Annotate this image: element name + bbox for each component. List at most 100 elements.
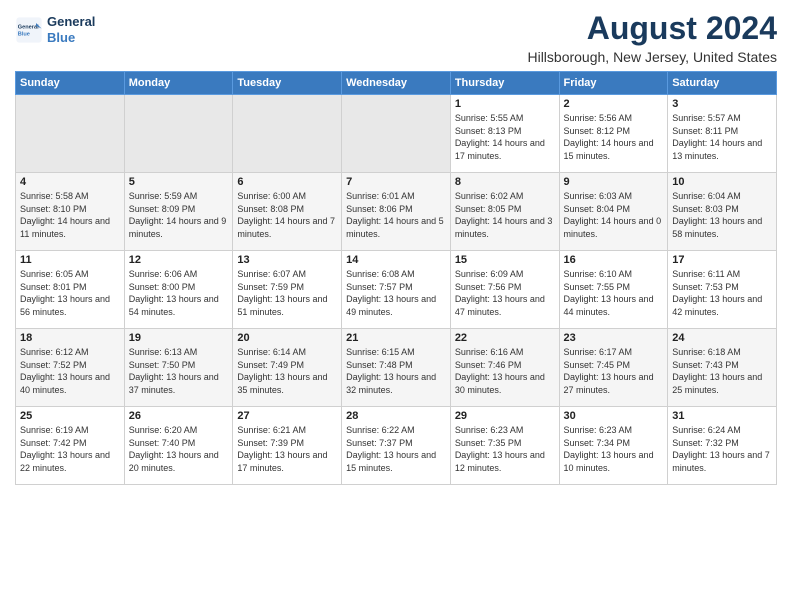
calendar-cell: 24 Sunrise: 6:18 AMSunset: 7:43 PMDayligh… <box>668 329 777 407</box>
calendar-cell: 1 Sunrise: 5:55 AMSunset: 8:13 PMDaylight… <box>450 95 559 173</box>
cell-info: Sunrise: 6:15 AMSunset: 7:48 PMDaylight:… <box>346 346 446 396</box>
cell-info: Sunrise: 6:22 AMSunset: 7:37 PMDaylight:… <box>346 424 446 474</box>
cell-info: Sunrise: 6:14 AMSunset: 7:49 PMDaylight:… <box>237 346 337 396</box>
day-number: 31 <box>672 410 772 422</box>
cell-info: Sunrise: 6:17 AMSunset: 7:45 PMDaylight:… <box>564 346 664 396</box>
calendar-cell <box>124 95 233 173</box>
day-number: 1 <box>455 98 555 110</box>
cell-info: Sunrise: 6:12 AMSunset: 7:52 PMDaylight:… <box>20 346 120 396</box>
calendar-cell: 9 Sunrise: 6:03 AMSunset: 8:04 PMDaylight… <box>559 173 668 251</box>
cell-info: Sunrise: 6:04 AMSunset: 8:03 PMDaylight:… <box>672 190 772 240</box>
day-number: 30 <box>564 410 664 422</box>
calendar-cell: 6 Sunrise: 6:00 AMSunset: 8:08 PMDaylight… <box>233 173 342 251</box>
cell-info: Sunrise: 6:21 AMSunset: 7:39 PMDaylight:… <box>237 424 337 474</box>
day-number: 6 <box>237 176 337 188</box>
cell-info: Sunrise: 6:11 AMSunset: 7:53 PMDaylight:… <box>672 268 772 318</box>
calendar-cell: 12 Sunrise: 6:06 AMSunset: 8:00 PMDayligh… <box>124 251 233 329</box>
day-number: 21 <box>346 332 446 344</box>
cell-info: Sunrise: 5:55 AMSunset: 8:13 PMDaylight:… <box>455 112 555 162</box>
calendar-cell: 16 Sunrise: 6:10 AMSunset: 7:55 PMDayligh… <box>559 251 668 329</box>
day-number: 14 <box>346 254 446 266</box>
cell-info: Sunrise: 6:19 AMSunset: 7:42 PMDaylight:… <box>20 424 120 474</box>
cell-info: Sunrise: 6:20 AMSunset: 7:40 PMDaylight:… <box>129 424 229 474</box>
cell-info: Sunrise: 6:13 AMSunset: 7:50 PMDaylight:… <box>129 346 229 396</box>
day-number: 17 <box>672 254 772 266</box>
cell-info: Sunrise: 6:24 AMSunset: 7:32 PMDaylight:… <box>672 424 772 474</box>
calendar-cell: 25Sunrise: 6:19 AMSunset: 7:42 PMDayligh… <box>16 407 125 485</box>
calendar-body: 1 Sunrise: 5:55 AMSunset: 8:13 PMDaylight… <box>16 95 777 485</box>
day-number: 16 <box>564 254 664 266</box>
cell-info: Sunrise: 6:23 AMSunset: 7:34 PMDaylight:… <box>564 424 664 474</box>
day-number: 12 <box>129 254 229 266</box>
calendar-cell: 27 Sunrise: 6:21 AMSunset: 7:39 PMDayligh… <box>233 407 342 485</box>
cell-info: Sunrise: 6:10 AMSunset: 7:55 PMDaylight:… <box>564 268 664 318</box>
calendar-week-row: 18 Sunrise: 6:12 AMSunset: 7:52 PMDayligh… <box>16 329 777 407</box>
day-number: 2 <box>564 98 664 110</box>
header-tuesday: Tuesday <box>233 72 342 95</box>
header-thursday: Thursday <box>450 72 559 95</box>
day-number: 24 <box>672 332 772 344</box>
cell-info: Sunrise: 6:03 AMSunset: 8:04 PMDaylight:… <box>564 190 664 240</box>
cell-info: Sunrise: 6:18 AMSunset: 7:43 PMDaylight:… <box>672 346 772 396</box>
calendar-cell: 23 Sunrise: 6:17 AMSunset: 7:45 PMDayligh… <box>559 329 668 407</box>
cell-info: Sunrise: 5:58 AMSunset: 8:10 PMDaylight:… <box>20 190 120 240</box>
header-sunday: Sunday <box>16 72 125 95</box>
day-number: 26 <box>129 410 229 422</box>
calendar-cell <box>16 95 125 173</box>
calendar-cell: 2 Sunrise: 5:56 AMSunset: 8:12 PMDaylight… <box>559 95 668 173</box>
cell-info: Sunrise: 6:16 AMSunset: 7:46 PMDaylight:… <box>455 346 555 396</box>
header-friday: Friday <box>559 72 668 95</box>
logo-icon: General Blue <box>15 16 43 44</box>
day-number: 10 <box>672 176 772 188</box>
calendar-cell: 28 Sunrise: 6:22 AMSunset: 7:37 PMDayligh… <box>342 407 451 485</box>
cell-info: Sunrise: 6:23 AMSunset: 7:35 PMDaylight:… <box>455 424 555 474</box>
calendar-cell: 15Sunrise: 6:09 AMSunset: 7:56 PMDayligh… <box>450 251 559 329</box>
calendar-cell: 5Sunrise: 5:59 AMSunset: 8:09 PMDaylight… <box>124 173 233 251</box>
calendar-cell: 11 Sunrise: 6:05 AMSunset: 8:01 PMDayligh… <box>16 251 125 329</box>
title-section: August 2024 Hillsborough, New Jersey, Un… <box>527 10 777 65</box>
calendar-cell: 29 Sunrise: 6:23 AMSunset: 7:35 PMDayligh… <box>450 407 559 485</box>
logo-text-general: General <box>47 14 95 30</box>
cell-info: Sunrise: 6:06 AMSunset: 8:00 PMDaylight:… <box>129 268 229 318</box>
cell-info: Sunrise: 6:01 AMSunset: 8:06 PMDaylight:… <box>346 190 446 240</box>
day-number: 28 <box>346 410 446 422</box>
cell-info: Sunrise: 6:00 AMSunset: 8:08 PMDaylight:… <box>237 190 337 240</box>
calendar-cell: 19Sunrise: 6:13 AMSunset: 7:50 PMDayligh… <box>124 329 233 407</box>
svg-text:General: General <box>18 24 39 30</box>
calendar-cell: 18 Sunrise: 6:12 AMSunset: 7:52 PMDayligh… <box>16 329 125 407</box>
calendar-table: Sunday Monday Tuesday Wednesday Thursday… <box>15 71 777 485</box>
day-number: 11 <box>20 254 120 266</box>
day-number: 18 <box>20 332 120 344</box>
day-number: 23 <box>564 332 664 344</box>
cell-info: Sunrise: 5:56 AMSunset: 8:12 PMDaylight:… <box>564 112 664 162</box>
day-number: 27 <box>237 410 337 422</box>
cell-info: Sunrise: 6:02 AMSunset: 8:05 PMDaylight:… <box>455 190 555 240</box>
calendar-cell: 30 Sunrise: 6:23 AMSunset: 7:34 PMDayligh… <box>559 407 668 485</box>
header-wednesday: Wednesday <box>342 72 451 95</box>
calendar-cell: 3 Sunrise: 5:57 AMSunset: 8:11 PMDaylight… <box>668 95 777 173</box>
calendar-cell <box>233 95 342 173</box>
day-number: 8 <box>455 176 555 188</box>
calendar-cell: 10 Sunrise: 6:04 AMSunset: 8:03 PMDayligh… <box>668 173 777 251</box>
calendar-week-row: 11 Sunrise: 6:05 AMSunset: 8:01 PMDayligh… <box>16 251 777 329</box>
subtitle: Hillsborough, New Jersey, United States <box>527 49 777 65</box>
calendar-cell: 26 Sunrise: 6:20 AMSunset: 7:40 PMDayligh… <box>124 407 233 485</box>
day-number: 5 <box>129 176 229 188</box>
day-number: 9 <box>564 176 664 188</box>
day-number: 3 <box>672 98 772 110</box>
calendar-cell: 7 Sunrise: 6:01 AMSunset: 8:06 PMDaylight… <box>342 173 451 251</box>
main-title: August 2024 <box>527 10 777 47</box>
calendar-cell: 22Sunrise: 6:16 AMSunset: 7:46 PMDayligh… <box>450 329 559 407</box>
svg-text:Blue: Blue <box>18 31 30 37</box>
header: General Blue General Blue August 2024 Hi… <box>15 10 777 65</box>
day-number: 7 <box>346 176 446 188</box>
header-saturday: Saturday <box>668 72 777 95</box>
cell-info: Sunrise: 6:09 AMSunset: 7:56 PMDaylight:… <box>455 268 555 318</box>
header-monday: Monday <box>124 72 233 95</box>
day-number: 29 <box>455 410 555 422</box>
weekday-header-row: Sunday Monday Tuesday Wednesday Thursday… <box>16 72 777 95</box>
cell-info: Sunrise: 5:57 AMSunset: 8:11 PMDaylight:… <box>672 112 772 162</box>
cell-info: Sunrise: 6:05 AMSunset: 8:01 PMDaylight:… <box>20 268 120 318</box>
day-number: 13 <box>237 254 337 266</box>
calendar-cell <box>342 95 451 173</box>
